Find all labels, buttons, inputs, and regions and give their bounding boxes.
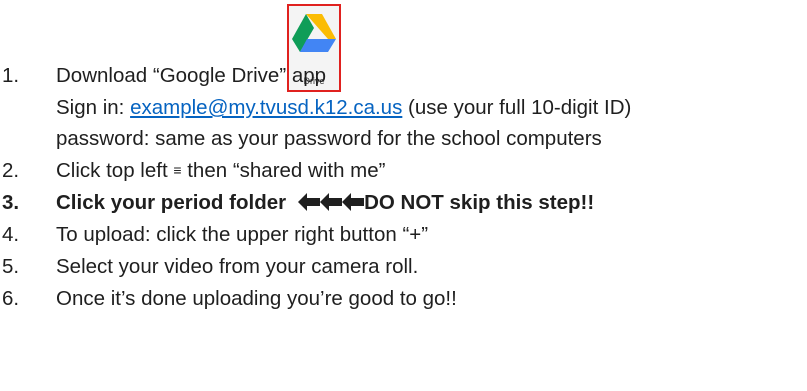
step-3-text-before: Click your period folder <box>56 191 287 214</box>
google-drive-icon <box>292 14 336 52</box>
left-arrow-icon <box>298 193 321 211</box>
step-5-number: 5. <box>2 255 20 278</box>
left-arrows <box>298 193 365 211</box>
step-2-text: Click top left ≡ then “shared with me” <box>56 159 385 183</box>
step-2-text-after: then “shared with me” <box>181 159 386 182</box>
menu-icon: ≡ <box>173 162 182 178</box>
step-5-text: Select your video from your camera roll. <box>56 255 419 278</box>
step-6-number: 6. <box>2 287 20 310</box>
step-2-number: 2. <box>2 159 20 182</box>
email-link[interactable]: example@my.tvusd.k12.ca.us <box>130 96 402 119</box>
step-6-text: Once it’s done uploading you’re good to … <box>56 287 457 310</box>
step-3-number: 3. <box>2 191 20 214</box>
step-4-number: 4. <box>2 223 20 246</box>
password-line: password: same as your password for the … <box>56 127 602 150</box>
sign-in-line: Sign in: example@my.tvusd.k12.ca.us (use… <box>56 96 631 120</box>
step-1-text: Download “Google Drive” app <box>56 64 327 87</box>
sign-in-note: (use your full 10-digit ID) <box>402 96 632 119</box>
step-1-number: 1. <box>2 64 20 87</box>
step-2-text-before: Click top left <box>56 159 174 182</box>
step-3-text: Click your period folder DO NOT skip thi… <box>56 191 594 215</box>
left-arrow-icon <box>342 193 365 211</box>
left-arrow-icon <box>320 193 343 211</box>
instructions-document: Drive 1. Download “Google Drive” app Sig… <box>0 0 807 391</box>
sign-in-label: Sign in: <box>56 96 131 119</box>
step-3-text-after: DO NOT skip this step!! <box>364 191 595 214</box>
step-4-text: To upload: click the upper right button … <box>56 223 429 246</box>
